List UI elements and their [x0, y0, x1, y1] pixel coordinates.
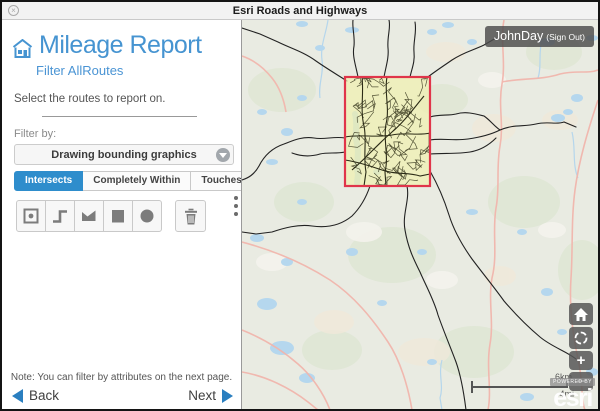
- draw-polygon-button[interactable]: [74, 200, 104, 232]
- draw-circle-button[interactable]: [132, 200, 162, 232]
- map-canvas[interactable]: [242, 20, 598, 410]
- home-extent-icon: [574, 308, 588, 321]
- dropdown-value: Drawing bounding graphics: [51, 149, 196, 161]
- user-name: JohnDay: [494, 29, 543, 43]
- draw-rectangle-button[interactable]: [103, 200, 133, 232]
- instruction-text: Select the routes to report on.: [14, 93, 241, 105]
- user-sign-out-button[interactable]: JohnDay(Sign Out): [485, 26, 594, 47]
- zoom-in-button[interactable]: +: [569, 351, 593, 370]
- title-bar: × Esri Roads and Highways: [2, 2, 598, 20]
- panel-resize-handle[interactable]: [234, 196, 238, 216]
- circle-icon: [138, 207, 156, 225]
- app-window: × Esri Roads and Highways Mileage Report…: [0, 0, 600, 411]
- zoom-in-label: +: [577, 353, 586, 368]
- sign-out-label: (Sign Out): [546, 32, 585, 42]
- home-icon: [12, 39, 33, 58]
- rectangle-icon: [109, 207, 127, 225]
- next-label: Next: [188, 388, 216, 403]
- close-icon[interactable]: ×: [8, 5, 19, 16]
- filter-method-dropdown[interactable]: Drawing bounding graphics: [14, 144, 234, 165]
- footer-note: Note: You can filter by attributes on th…: [2, 372, 241, 383]
- draw-point-button[interactable]: [16, 200, 46, 232]
- next-arrow-icon: [222, 389, 233, 403]
- draw-polyline-button[interactable]: [45, 200, 75, 232]
- routes-underline: [42, 116, 197, 117]
- polyline-icon: [51, 207, 69, 225]
- spatial-relation-tabs: Intersects Completely Within Touches Edg…: [14, 171, 241, 191]
- next-button[interactable]: Next: [188, 388, 233, 403]
- tab-completely-within[interactable]: Completely Within: [82, 171, 191, 191]
- window-title: Esri Roads and Highways: [233, 5, 367, 17]
- esri-logo: POWERED BY esri: [550, 370, 595, 409]
- scale-tick-left: [471, 381, 473, 393]
- locate-button[interactable]: [569, 327, 593, 349]
- back-arrow-icon: [12, 389, 23, 403]
- locate-icon: [573, 330, 589, 346]
- chevron-down-icon[interactable]: [216, 148, 230, 162]
- tab-intersects[interactable]: Intersects: [14, 171, 83, 191]
- page-subtitle: Filter AllRoutes: [36, 63, 241, 78]
- polygon-icon: [80, 207, 98, 225]
- back-label: Back: [29, 388, 59, 403]
- draw-toolbar: [16, 200, 241, 232]
- clear-graphics-button[interactable]: [175, 200, 206, 232]
- esri-brand-label: esri: [550, 388, 595, 409]
- home-extent-button[interactable]: [569, 303, 593, 325]
- mileage-report-panel: Mileage Report Filter AllRoutes Select t…: [2, 20, 241, 410]
- point-icon: [22, 207, 40, 225]
- filter-by-label: Filter by:: [14, 128, 241, 140]
- map-container: JohnDay(Sign Out) + −: [241, 20, 598, 410]
- back-button[interactable]: Back: [12, 388, 59, 403]
- trash-icon: [182, 207, 200, 226]
- page-title: Mileage Report: [39, 33, 202, 58]
